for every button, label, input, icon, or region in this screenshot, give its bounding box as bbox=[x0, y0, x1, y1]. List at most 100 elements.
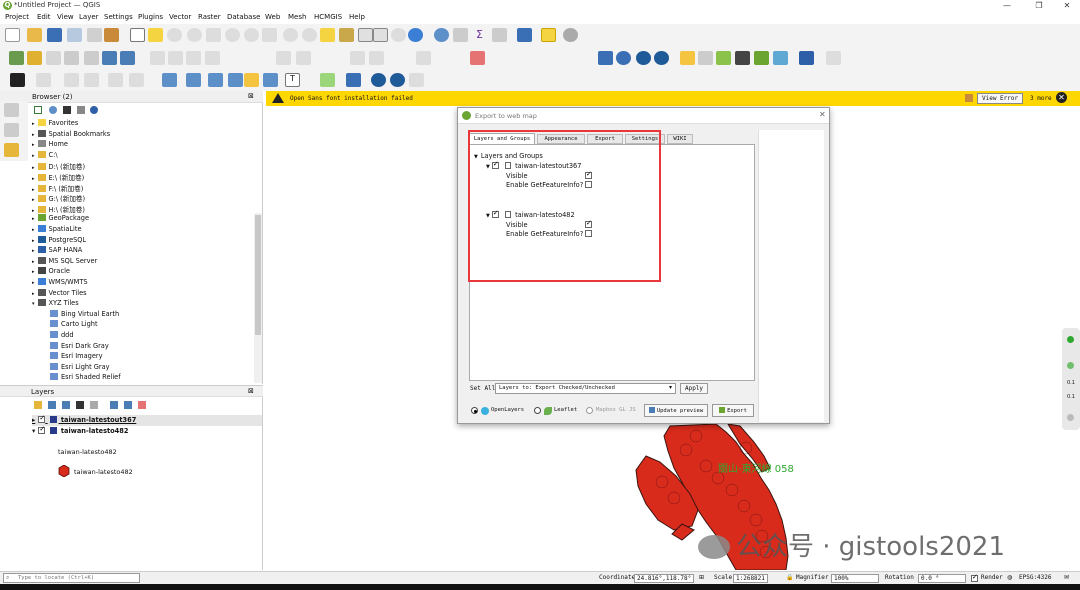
layer-panel-icon[interactable] bbox=[10, 73, 25, 87]
refresh-icon[interactable] bbox=[408, 28, 423, 42]
status-light-icon[interactable] bbox=[1067, 362, 1074, 369]
new-project-icon[interactable] bbox=[5, 28, 20, 42]
menu-settings[interactable]: Settings bbox=[104, 13, 133, 21]
browser-item[interactable]: ▸ GeoPackage bbox=[32, 214, 89, 222]
browser-item[interactable]: ▸ Oracle bbox=[32, 267, 70, 275]
stack-icon[interactable] bbox=[346, 73, 361, 87]
more-messages[interactable]: 3 more bbox=[1030, 95, 1052, 102]
filter-expression-icon[interactable] bbox=[90, 401, 98, 409]
leaflet-radio[interactable] bbox=[534, 407, 541, 414]
dock-raster-icon[interactable] bbox=[4, 123, 19, 137]
zoom-plugin-icon[interactable] bbox=[716, 51, 731, 65]
browser-item[interactable]: ▸ E:\ (新加卷) bbox=[32, 172, 84, 182]
menu-hcmgis[interactable]: HCMGIS bbox=[314, 13, 342, 21]
export-button[interactable]: Export bbox=[712, 404, 754, 417]
manage-visibility-icon[interactable] bbox=[62, 401, 70, 409]
zoom-selection-icon[interactable] bbox=[225, 28, 240, 42]
label-highlight-icon[interactable] bbox=[186, 73, 201, 87]
toggle-edit-icon[interactable] bbox=[168, 51, 183, 65]
browser-item[interactable]: Carto Light bbox=[50, 320, 98, 328]
filter-icon[interactable] bbox=[63, 106, 71, 114]
expand-arrow-icon[interactable]: ▸ bbox=[32, 132, 35, 138]
plugin-extra-icon[interactable] bbox=[826, 51, 841, 65]
crs-label[interactable]: EPSG:4326 bbox=[1019, 574, 1052, 581]
osm-icon[interactable] bbox=[654, 51, 669, 65]
expand-arrow-icon[interactable]: ▸ bbox=[32, 197, 35, 203]
tab-wiki[interactable]: WIKI bbox=[667, 134, 693, 144]
browser-item[interactable]: Esri Dark Gray bbox=[50, 341, 109, 350]
digitize-icon[interactable] bbox=[150, 51, 165, 65]
layer-1-checkbox[interactable] bbox=[38, 414, 46, 423]
save-edits-icon[interactable] bbox=[186, 51, 201, 65]
zoom-layer-icon[interactable] bbox=[244, 28, 259, 42]
expand-arrow-icon[interactable]: ▸ bbox=[32, 142, 35, 148]
undo-icon[interactable] bbox=[350, 51, 365, 65]
messages-icon[interactable]: ✉ bbox=[1064, 574, 1069, 581]
menu-project[interactable]: Project bbox=[5, 13, 29, 21]
close-message-icon[interactable]: ✕ bbox=[1056, 92, 1067, 103]
show-bookmarks-icon[interactable] bbox=[339, 28, 354, 42]
info-icon[interactable] bbox=[90, 106, 98, 114]
label-tool-icon[interactable] bbox=[416, 51, 431, 65]
add-group-icon[interactable] bbox=[48, 401, 56, 409]
browser-item[interactable]: ▸ D:\ (新加卷) bbox=[32, 161, 85, 171]
menu-help[interactable]: Help bbox=[349, 13, 365, 21]
measure-icon[interactable] bbox=[492, 28, 507, 42]
gear-blue-icon[interactable] bbox=[371, 73, 386, 87]
set-all-select[interactable]: Layers to: Export Checked/Unchecked ▾ bbox=[495, 383, 676, 394]
python-console-icon[interactable] bbox=[680, 51, 695, 65]
browser-item[interactable]: ▸ SAP HANA bbox=[32, 246, 82, 254]
browser-item[interactable]: ▸ WMS/WMTS bbox=[32, 278, 88, 286]
add-icon[interactable] bbox=[34, 106, 42, 114]
expand-arrow-icon[interactable]: ▸ bbox=[32, 121, 35, 127]
temporal-icon[interactable] bbox=[391, 28, 406, 42]
expand-arrow-icon[interactable]: ▸ bbox=[32, 208, 35, 214]
raster-plugin-icon[interactable] bbox=[735, 51, 750, 65]
browser-item[interactable]: Esri Imagery bbox=[50, 352, 103, 360]
layers-close-icon[interactable]: ⊠ bbox=[248, 387, 254, 395]
browser-close-icon[interactable]: ⊠ bbox=[248, 92, 254, 100]
browser-item[interactable]: ▸ Spatial Bookmarks bbox=[32, 129, 110, 138]
browser-item[interactable]: Bing Virtual Earth bbox=[50, 309, 119, 318]
quickmap-icon[interactable] bbox=[636, 51, 651, 65]
pan-to-selection-icon[interactable] bbox=[148, 28, 163, 42]
zoom-out-icon[interactable] bbox=[187, 28, 202, 42]
browser-item[interactable]: ▸ H:\ (新加卷) bbox=[32, 204, 85, 214]
openlayers-radio[interactable] bbox=[471, 407, 478, 414]
expand-arrow-icon[interactable]: ▸ bbox=[32, 165, 35, 171]
new-geopackage-icon[interactable] bbox=[27, 51, 42, 65]
layer-2-checkbox[interactable] bbox=[38, 425, 46, 434]
label-pin-2-icon[interactable] bbox=[208, 73, 223, 87]
browser-item[interactable]: ▸ C:\ bbox=[32, 150, 58, 159]
collapse-all-icon[interactable] bbox=[124, 401, 132, 409]
statistics-icon[interactable]: Σ bbox=[472, 28, 487, 42]
expand-arrow-icon[interactable]: ▸ bbox=[32, 216, 35, 222]
update-preview-button[interactable]: Update preview bbox=[644, 404, 708, 417]
select-icon[interactable] bbox=[36, 73, 51, 87]
redo-icon[interactable] bbox=[369, 51, 384, 65]
new-bookmark-icon[interactable] bbox=[320, 28, 335, 42]
menu-layer[interactable]: Layer bbox=[79, 13, 99, 21]
pan-icon[interactable] bbox=[130, 28, 145, 42]
view-error-button[interactable]: View Error bbox=[977, 93, 1024, 104]
web-globe-icon[interactable] bbox=[616, 51, 631, 65]
gps-icon[interactable] bbox=[598, 51, 613, 65]
browser-item[interactable]: ▸ G:\ (新加卷) bbox=[32, 193, 85, 203]
menu-mesh[interactable]: Mesh bbox=[288, 13, 306, 21]
qgis2web-icon[interactable] bbox=[754, 51, 769, 65]
field-calc-icon[interactable] bbox=[108, 73, 123, 87]
expand-arrow-icon[interactable]: ▸ bbox=[32, 248, 35, 254]
status-green-icon[interactable] bbox=[1067, 336, 1074, 343]
save-project-icon[interactable] bbox=[47, 28, 62, 42]
expand-arrow-icon[interactable]: ▸ bbox=[32, 227, 35, 233]
lock-icon[interactable]: 🔒 bbox=[786, 574, 793, 581]
zoom-native-icon[interactable] bbox=[262, 28, 277, 42]
map-3d-icon[interactable] bbox=[373, 28, 388, 42]
menu-view[interactable]: View bbox=[57, 13, 74, 21]
dock-layer-icon[interactable] bbox=[4, 103, 19, 117]
label-change-icon[interactable] bbox=[263, 73, 278, 87]
browser-item[interactable]: ddd bbox=[50, 331, 74, 339]
menu-vector[interactable]: Vector bbox=[169, 13, 191, 21]
move-feature-icon[interactable] bbox=[276, 51, 291, 65]
render-checkbox[interactable] bbox=[971, 573, 978, 582]
